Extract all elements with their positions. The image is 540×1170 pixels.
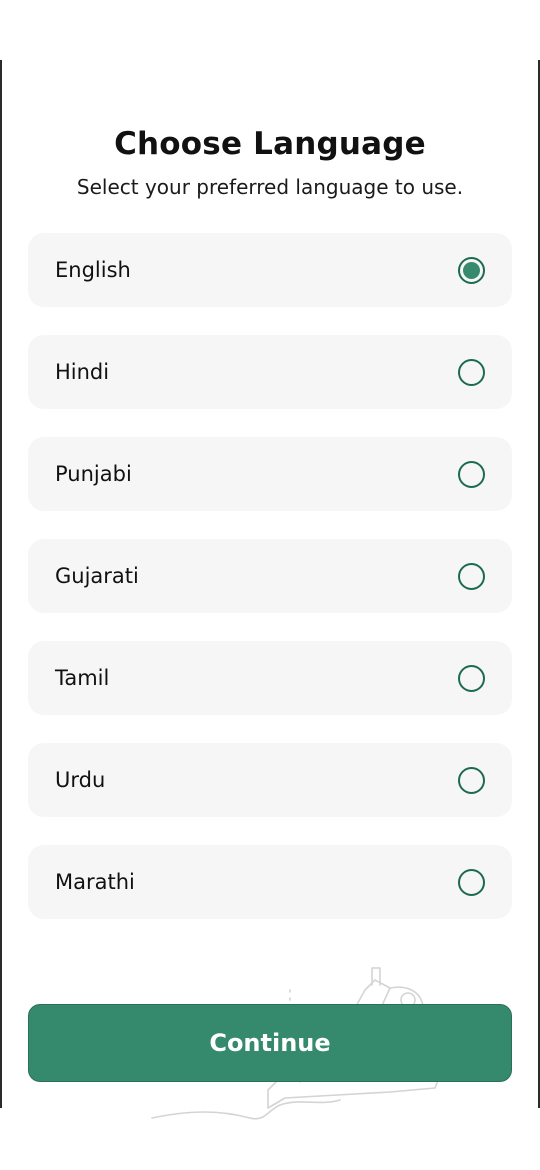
language-label: Gujarati xyxy=(55,564,139,588)
language-option-marathi[interactable]: Marathi xyxy=(28,845,512,919)
radio-unselected-icon[interactable] xyxy=(458,562,485,590)
language-option-list: English Hindi Punjabi Gujarati Tamil Urd… xyxy=(28,233,512,947)
radio-unselected-icon[interactable] xyxy=(458,868,485,896)
radio-dot xyxy=(463,261,480,279)
language-option-hindi[interactable]: Hindi xyxy=(28,335,512,409)
page-title: Choose Language xyxy=(114,126,426,162)
language-option-punjabi[interactable]: Punjabi xyxy=(28,437,512,511)
language-selection-screen: Choose Language Select your preferred la… xyxy=(0,0,540,1170)
radio-unselected-icon[interactable] xyxy=(458,358,485,386)
continue-button[interactable]: Continue xyxy=(28,1004,512,1082)
language-label: Urdu xyxy=(55,768,106,792)
radio-unselected-icon[interactable] xyxy=(458,664,485,692)
radio-selected-icon[interactable] xyxy=(458,256,485,284)
frame-edge-left xyxy=(0,60,2,1108)
language-label: Hindi xyxy=(55,360,110,384)
page-subtitle: Select your preferred language to use. xyxy=(76,175,464,199)
language-label: Tamil xyxy=(55,666,110,690)
language-label: Marathi xyxy=(55,870,135,894)
language-label: English xyxy=(55,258,131,282)
language-option-urdu[interactable]: Urdu xyxy=(28,743,512,817)
radio-unselected-icon[interactable] xyxy=(458,460,485,488)
language-option-english[interactable]: English xyxy=(28,233,512,307)
radio-unselected-icon[interactable] xyxy=(458,766,485,794)
language-option-tamil[interactable]: Tamil xyxy=(28,641,512,715)
language-option-gujarati[interactable]: Gujarati xyxy=(28,539,512,613)
language-label: Punjabi xyxy=(55,462,132,486)
